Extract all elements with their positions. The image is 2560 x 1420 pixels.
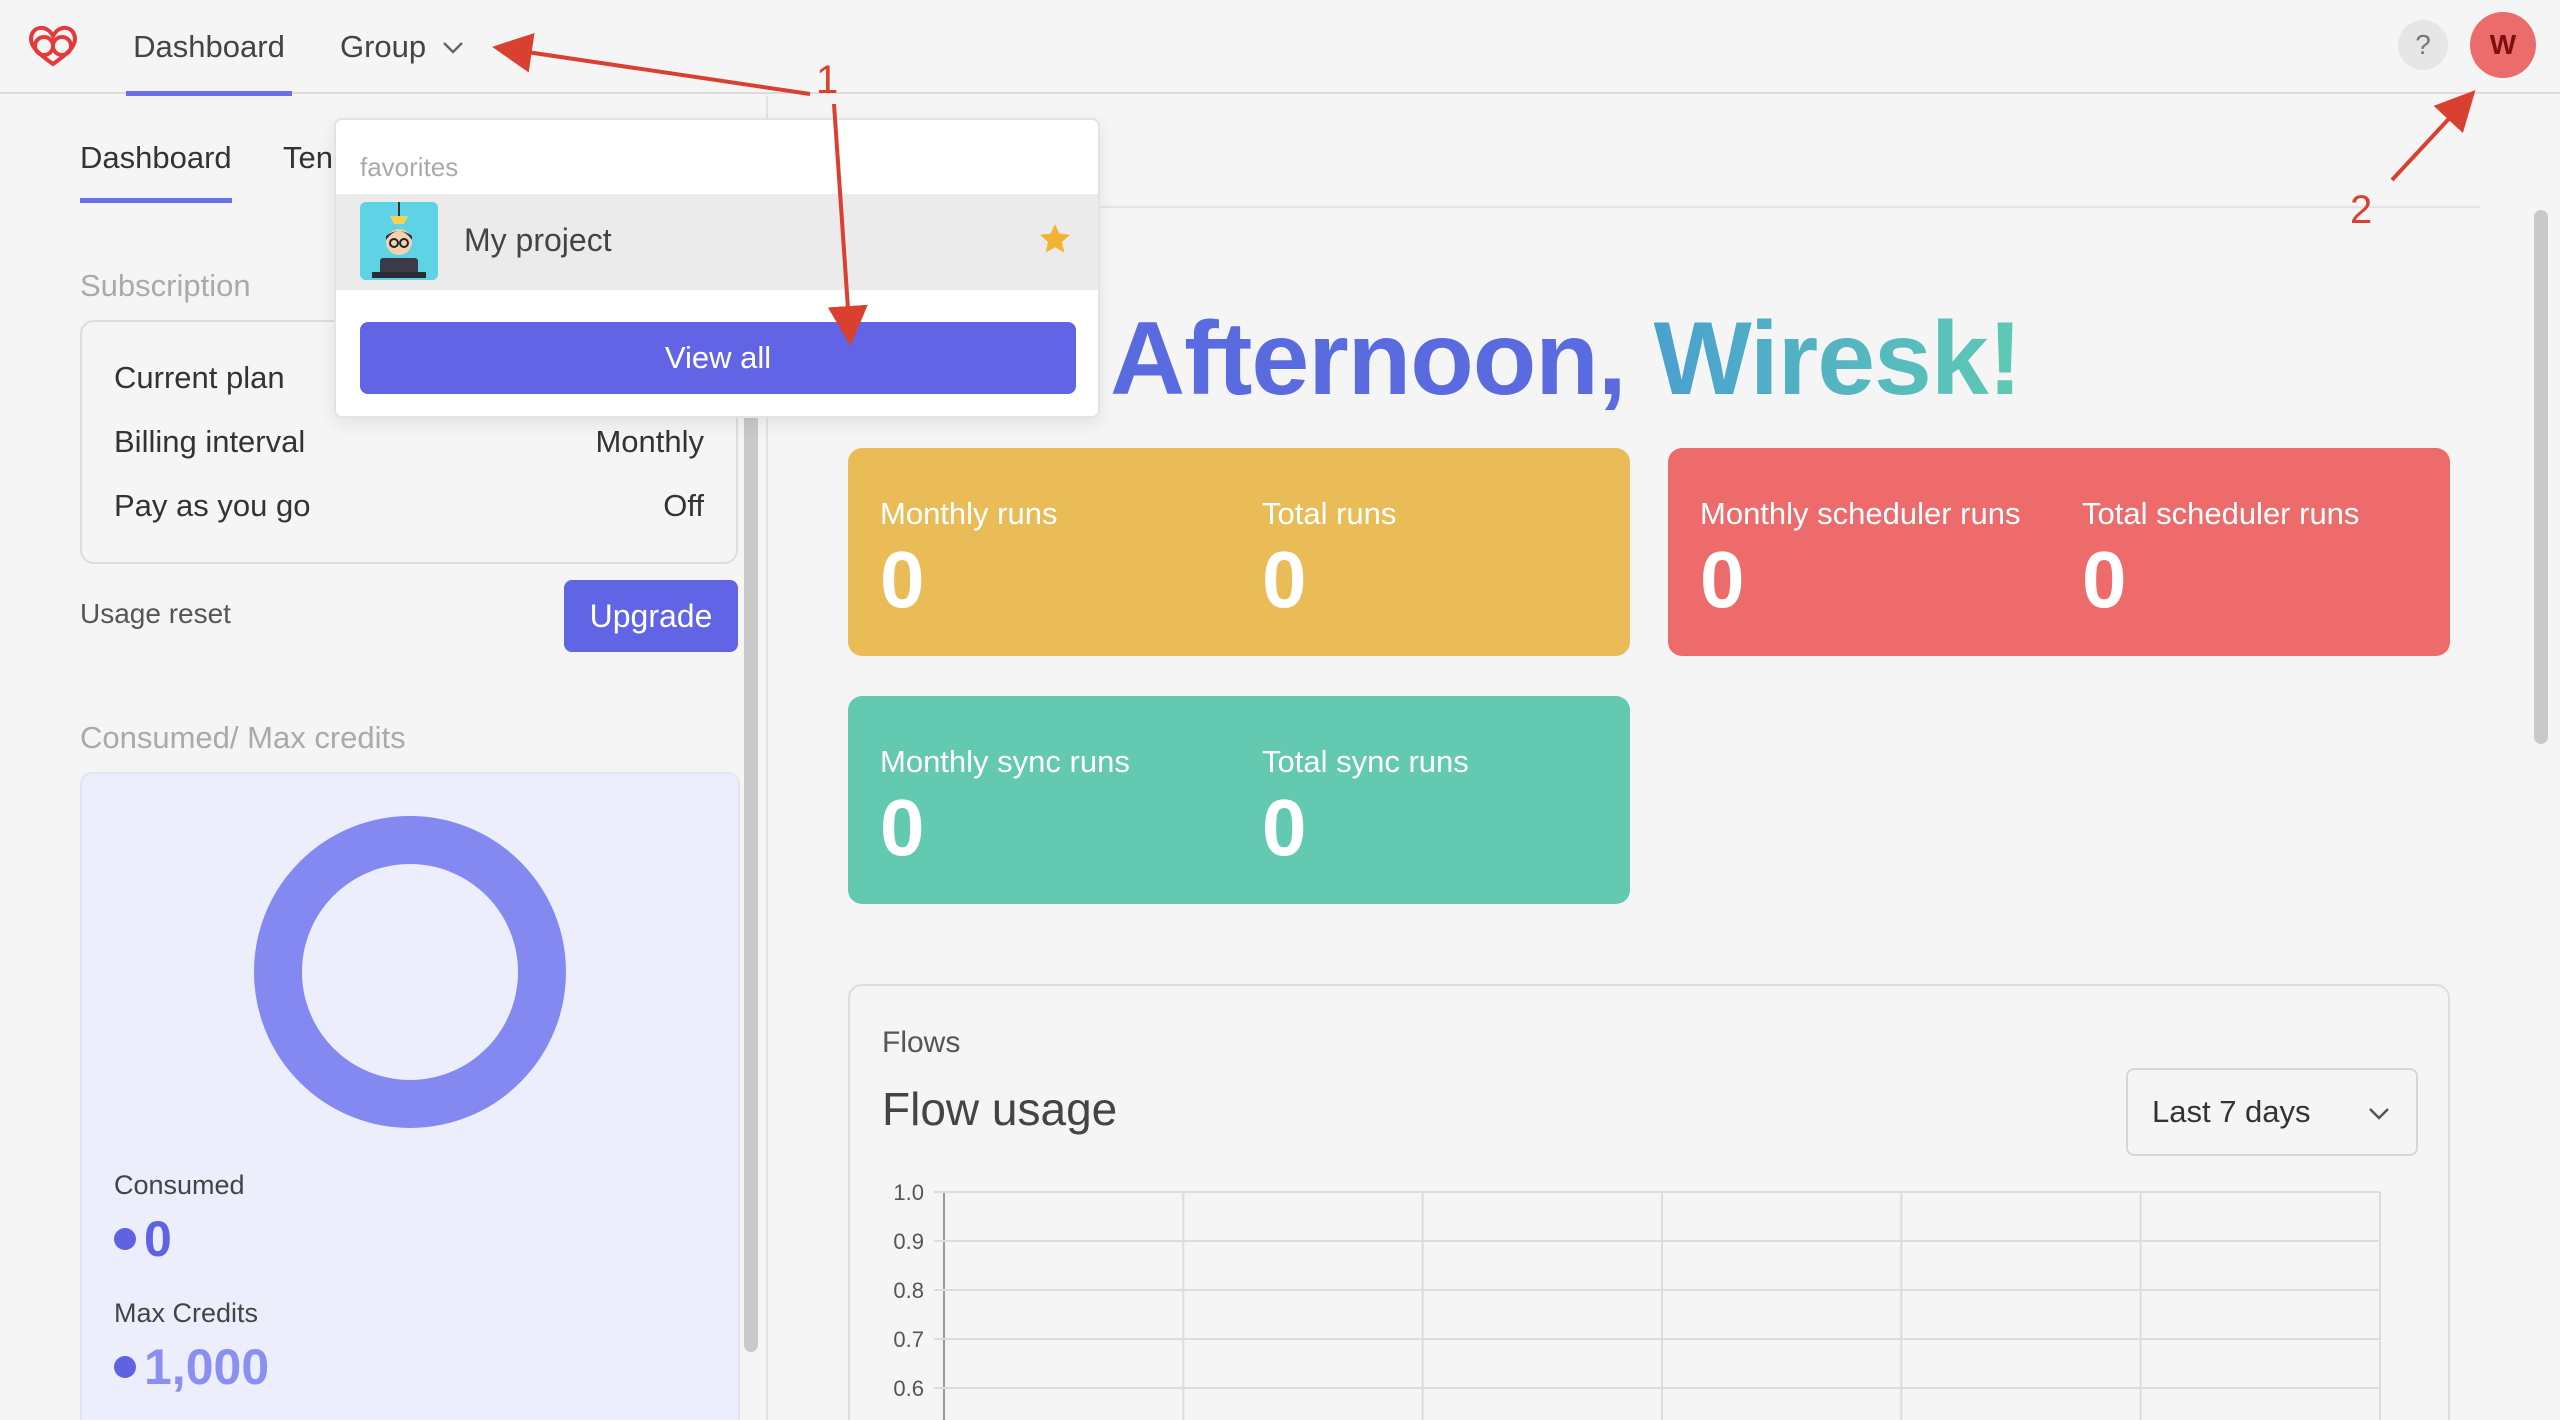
billing-interval-label: Billing interval	[114, 424, 306, 459]
avatar-initial: W	[2489, 29, 2517, 60]
total-sync-runs-label: Total sync runs	[1262, 744, 1469, 779]
chevron-down-icon	[443, 42, 464, 54]
tab-dashboard[interactable]: Dashboard	[80, 140, 232, 203]
flow-usage-title: Flow usage	[882, 1083, 1118, 1135]
upgrade-button[interactable]: Upgrade	[564, 580, 738, 652]
total-scheduler-runs-label: Total scheduler runs	[2082, 496, 2360, 531]
monthly-sync-runs-value: 0	[880, 783, 925, 872]
max-credits-value: 1,000	[144, 1339, 270, 1395]
flows-eyebrow: Flows	[882, 1026, 961, 1059]
credits-heading: Consumed/ Max credits	[80, 720, 406, 755]
subscription-heading: Subscription	[80, 268, 251, 303]
chart-y-tick-label: 0.7	[893, 1327, 924, 1352]
main-scrollbar[interactable]	[2534, 210, 2548, 744]
total-runs-label: Total runs	[1262, 496, 1397, 531]
consumed-legend-dot	[114, 1228, 136, 1250]
annotation-number-1: 1	[816, 58, 839, 102]
total-scheduler-runs-value: 0	[2082, 535, 2127, 624]
view-all-button[interactable]: View all	[360, 322, 1076, 394]
greeting-part-2: Wiresk!	[1653, 301, 2023, 417]
top-bar: Dashboard Group ? W	[0, 0, 2560, 96]
annotation-arrow-2	[2390, 90, 2476, 182]
annotation-number-2: 2	[2350, 188, 2373, 232]
monthly-sync-runs-label: Monthly sync runs	[880, 744, 1130, 779]
date-range-select[interactable]: Last 7 days	[2126, 1068, 2418, 1156]
upgrade-button-label: Upgrade	[589, 597, 713, 634]
chart-y-tick-label: 0.8	[893, 1278, 924, 1303]
max-credits-value-row: 1,000	[114, 1338, 269, 1396]
flow-usage-chart: 1.0 0.9 0.8 0.7 0.6	[893, 1180, 2381, 1420]
chevron-down-icon	[2369, 1108, 2389, 1120]
nav-dashboard[interactable]: Dashboard	[126, 0, 292, 96]
nav-group-dropdown[interactable]: Group	[340, 0, 466, 94]
favorite-project-label: My project	[464, 222, 612, 258]
star-icon[interactable]	[1038, 222, 1072, 256]
current-plan-label: Current plan	[114, 360, 285, 395]
credits-donut-chart	[254, 816, 566, 1128]
flow-usage-card: Flows Flow usage Last 7 days 1.0 0.9 0.8 0.…	[848, 984, 2450, 1420]
consumed-value-row: 0	[114, 1210, 172, 1268]
pay-as-you-go-value: Off	[663, 488, 704, 523]
pay-as-you-go-label: Pay as you go	[114, 488, 311, 523]
total-runs-value: 0	[1262, 535, 1307, 624]
consumed-value: 0	[144, 1211, 172, 1267]
billing-interval-value: Monthly	[595, 424, 704, 459]
favorites-section-label: favorites	[360, 152, 459, 182]
chart-y-tick-label: 0.6	[893, 1376, 924, 1401]
max-credits-legend-dot	[114, 1356, 136, 1378]
help-icon: ?	[2415, 29, 2431, 60]
scheduler-runs-card: Monthly scheduler runs 0 Total scheduler…	[1668, 448, 2450, 656]
date-range-value: Last 7 days	[2152, 1094, 2311, 1129]
greeting-part-1: Afternoon,	[1110, 301, 1654, 417]
favorite-project-item[interactable]: My project	[336, 194, 1098, 290]
group-dropdown-menu: favorites My project View all	[334, 118, 1100, 418]
chart-y-tick-label: 0.9	[893, 1229, 924, 1254]
user-avatar[interactable]: W	[2470, 12, 2536, 78]
project-avatar-icon	[360, 202, 438, 280]
monthly-runs-value: 0	[880, 535, 925, 624]
consumed-label: Consumed	[114, 1170, 245, 1200]
view-all-label: View all	[664, 340, 772, 375]
nav-dashboard-label: Dashboard	[133, 29, 285, 64]
tab-templates[interactable]: Ten	[283, 140, 333, 176]
credits-card: Consumed 0 Max Credits 1,000	[80, 772, 740, 1420]
monthly-scheduler-runs-label: Monthly scheduler runs	[1700, 496, 2021, 531]
monthly-scheduler-runs-value: 0	[1700, 535, 1745, 624]
max-credits-label: Max Credits	[114, 1298, 259, 1328]
chart-y-tick-label: 1.0	[893, 1180, 924, 1205]
help-button[interactable]: ?	[2398, 20, 2448, 70]
brand-logo-icon[interactable]	[22, 20, 84, 70]
sync-runs-card: Monthly sync runs 0 Total sync runs 0	[848, 696, 1630, 904]
total-sync-runs-value: 0	[1262, 783, 1307, 872]
subscription-row-pay-as-you-go: Pay as you go Off	[114, 488, 704, 528]
nav-group-label: Group	[340, 29, 427, 64]
usage-reset-label: Usage reset	[80, 598, 231, 629]
monthly-runs-label: Monthly runs	[880, 496, 1058, 531]
subscription-row-billing-interval: Billing interval Monthly	[114, 424, 704, 464]
runs-card: Monthly runs 0 Total runs 0	[848, 448, 1630, 656]
greeting-heading: Afternoon, Wiresk!	[1110, 300, 2023, 419]
